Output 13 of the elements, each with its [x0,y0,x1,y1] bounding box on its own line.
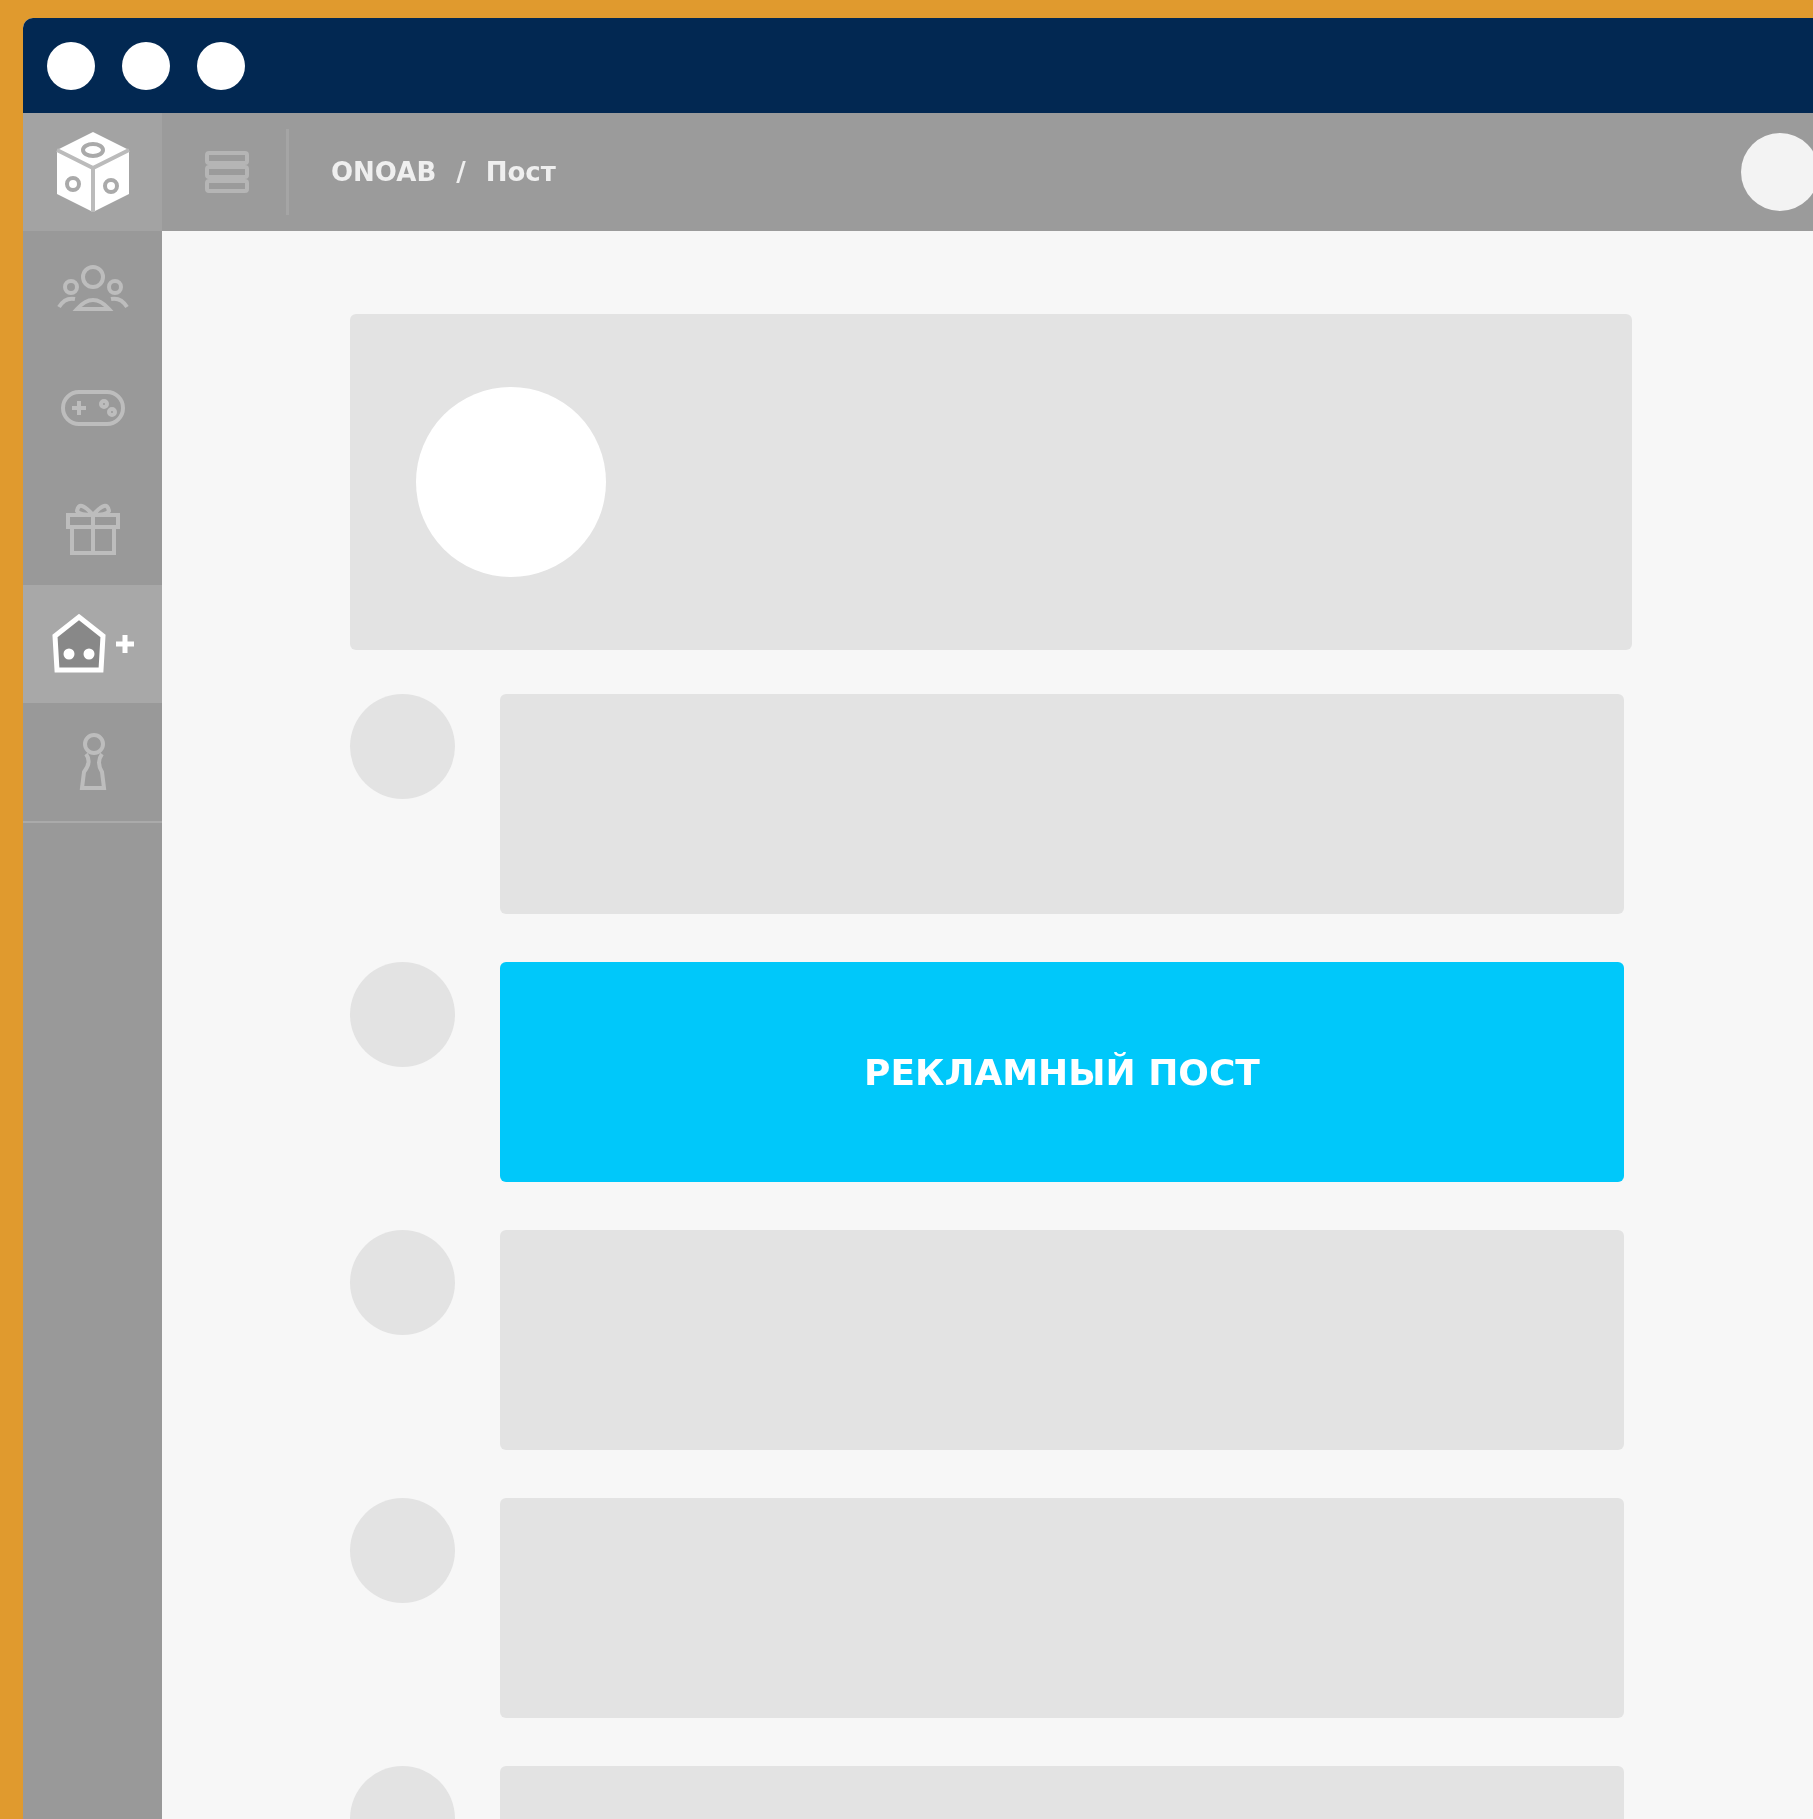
menu-icon[interactable] [204,150,250,194]
meeple-icon [50,614,107,674]
plus-icon [114,634,135,654]
window-button[interactable] [197,41,245,90]
logo-tile[interactable] [23,113,162,231]
breadcrumb-item[interactable]: Пост [485,157,556,187]
window-button[interactable] [47,41,95,90]
sidebar-item[interactable] [23,585,162,703]
window-button[interactable] [122,41,170,90]
ad-post[interactable]: РЕКЛАМНЫЙ ПОСТ [500,962,1624,1182]
breadcrumb-separator: / [456,157,466,187]
gamepad-icon [59,388,126,428]
breadcrumb-item[interactable]: ONOAB [331,157,437,187]
